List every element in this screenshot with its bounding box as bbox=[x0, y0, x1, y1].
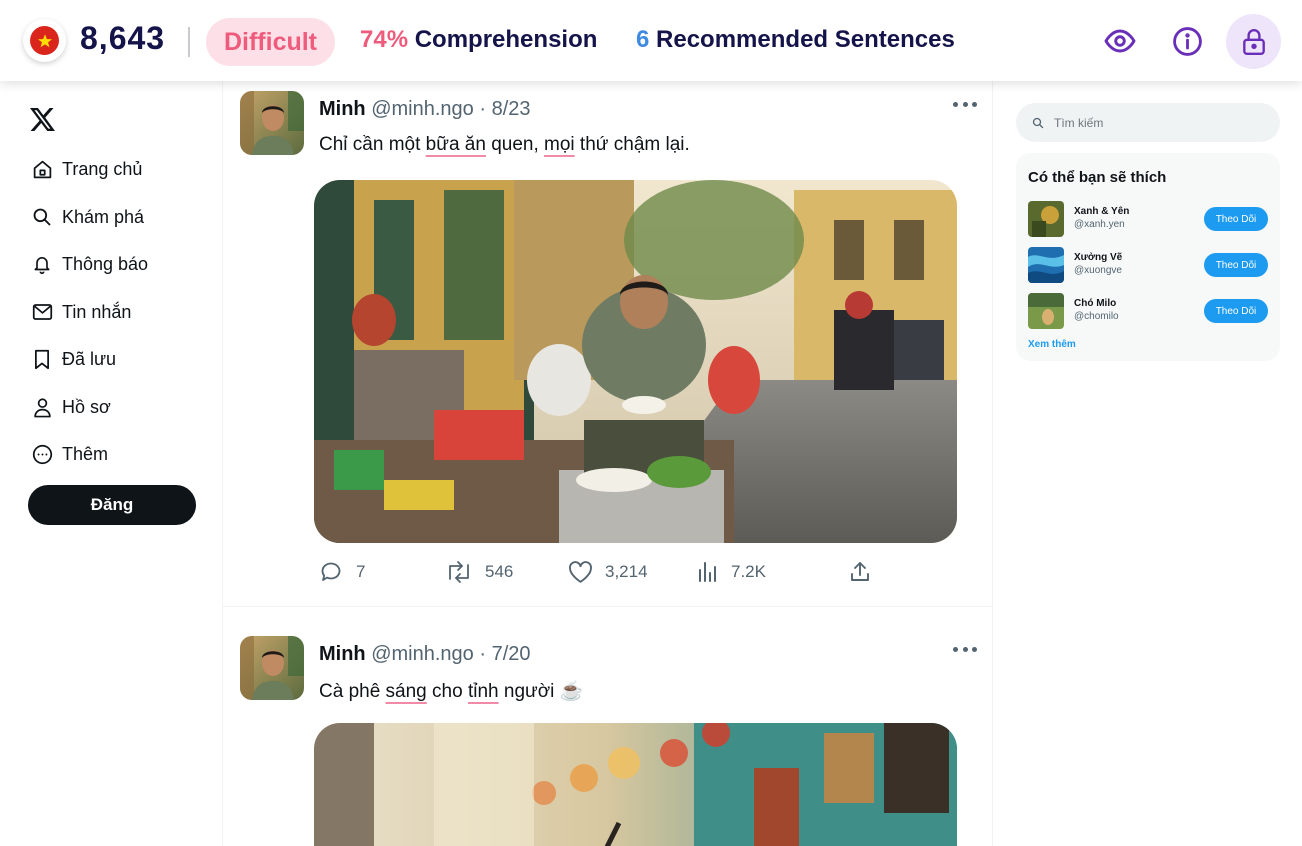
tweet-header: Minh @minh.ngo · 7/20 bbox=[319, 643, 531, 666]
suggestion-name[interactable]: Chó Milo bbox=[1074, 298, 1116, 309]
sidebar-item-profile[interactable]: Hồ sơ bbox=[31, 394, 111, 420]
mail-icon bbox=[31, 301, 53, 323]
sidebar-item-home[interactable]: Trang chủ bbox=[31, 156, 142, 182]
more-circle-icon bbox=[31, 443, 53, 465]
like-button[interactable]: 3,214 bbox=[568, 557, 648, 587]
comprehension-label: Comprehension bbox=[414, 26, 598, 53]
more-options-icon[interactable] bbox=[953, 99, 977, 109]
top-bar: 8,643 Difficult 74% Comprehension 6 Reco… bbox=[0, 0, 1302, 81]
tweet-handle[interactable]: @minh.ngo bbox=[371, 98, 474, 120]
sidebar-item-label: Tin nhắn bbox=[62, 301, 132, 322]
tweet-author-name[interactable]: Minh bbox=[319, 643, 366, 665]
search-icon bbox=[31, 206, 53, 228]
sidebar-item-label: Khám phá bbox=[62, 206, 145, 227]
vietnam-flag-icon[interactable] bbox=[23, 19, 66, 62]
info-icon[interactable] bbox=[1170, 24, 1204, 58]
follow-button[interactable]: Theo Dõi bbox=[1204, 207, 1268, 231]
sidebar-item-bookmarks[interactable]: Đã lưu bbox=[31, 346, 116, 372]
search-icon bbox=[1032, 117, 1044, 128]
avatar[interactable] bbox=[240, 636, 304, 700]
comprehension-percent: 74% bbox=[360, 26, 409, 53]
more-options-icon[interactable] bbox=[953, 644, 977, 654]
sidebar-item-label: Thêm bbox=[62, 443, 109, 464]
post-button[interactable]: Đăng bbox=[28, 485, 196, 525]
reply-button[interactable]: 7 bbox=[319, 557, 365, 587]
retweet-count: 546 bbox=[485, 562, 514, 581]
search-bar[interactable] bbox=[1016, 103, 1280, 142]
score-value: 8,643 bbox=[80, 20, 166, 56]
eye-icon[interactable] bbox=[1103, 24, 1137, 58]
sidebar-item-label: Trang chủ bbox=[62, 158, 143, 179]
suggestions-title: Có thể bạn sẽ thích bbox=[1028, 169, 1167, 186]
suggestions-panel: Có thể bạn sẽ thích Xanh & Yên @xanh.yen… bbox=[1016, 153, 1280, 361]
tweet-date[interactable]: 8/23 bbox=[492, 98, 531, 120]
bell-icon bbox=[31, 253, 53, 275]
tweet-separator: · bbox=[479, 98, 487, 120]
heart-icon bbox=[569, 560, 592, 583]
tweet-handle[interactable]: @minh.ngo bbox=[371, 643, 474, 665]
tweet-separator: · bbox=[479, 643, 487, 665]
tweet-actions: 7 546 3,214 7.2K bbox=[319, 557, 879, 587]
suggestion-handle: @chomilo bbox=[1074, 311, 1119, 322]
suggestion-handle: @xuongve bbox=[1074, 265, 1122, 276]
suggestion-thumbnail[interactable] bbox=[1028, 293, 1064, 329]
views-icon bbox=[699, 562, 716, 582]
suggestion-name[interactable]: Xưởng Vẽ bbox=[1074, 252, 1122, 263]
sidebar-item-label: Đã lưu bbox=[62, 348, 117, 369]
difficulty-badge[interactable]: Difficult bbox=[206, 18, 335, 66]
divider bbox=[188, 27, 190, 57]
person-icon bbox=[31, 396, 53, 418]
sidebar-item-label: Hồ sơ bbox=[62, 396, 111, 417]
sidebar-item-explore[interactable]: Khám phá bbox=[31, 204, 144, 230]
retweet-icon bbox=[449, 561, 469, 583]
follow-button[interactable]: Theo Dõi bbox=[1204, 299, 1268, 323]
follow-button[interactable]: Theo Dõi bbox=[1204, 253, 1268, 277]
feed: Minh @minh.ngo · 8/23 Chỉ cần một bữa ăn… bbox=[222, 81, 993, 846]
tweet-author-name[interactable]: Minh bbox=[319, 98, 366, 120]
sidebar-item-more[interactable]: Thêm bbox=[31, 441, 108, 467]
highlighted-word[interactable]: mọi bbox=[544, 134, 575, 155]
views-count: 7.2K bbox=[731, 562, 766, 581]
highlighted-word[interactable]: tỉnh bbox=[468, 681, 499, 702]
see-more-link[interactable]: Xem thêm bbox=[1028, 339, 1076, 350]
recommended-label: Recommended Sentences bbox=[656, 26, 955, 53]
suggestion-row[interactable]: Chó Milo @chomilo Theo Dõi bbox=[1028, 293, 1270, 329]
reply-icon bbox=[321, 562, 341, 581]
sidebar-item-notifications[interactable]: Thông báo bbox=[31, 251, 148, 277]
divider bbox=[223, 606, 992, 607]
tweet-header: Minh @minh.ngo · 8/23 bbox=[319, 98, 531, 121]
sidebar-item-label: Thông báo bbox=[62, 253, 149, 274]
suggestion-row[interactable]: Xưởng Vẽ @xuongve Theo Dõi bbox=[1028, 247, 1270, 283]
share-button[interactable] bbox=[848, 557, 872, 587]
lock-icon[interactable] bbox=[1226, 14, 1281, 69]
suggestion-handle: @xanh.yen bbox=[1074, 219, 1125, 230]
tweet-text: Cà phê sáng cho tỉnh người ☕ bbox=[319, 681, 584, 702]
retweet-button[interactable]: 546 bbox=[445, 557, 513, 587]
home-icon bbox=[31, 158, 53, 180]
highlighted-word[interactable]: sáng bbox=[386, 681, 427, 702]
reply-count: 7 bbox=[356, 562, 366, 581]
sidebar-item-messages[interactable]: Tin nhắn bbox=[31, 299, 131, 325]
suggestion-thumbnail[interactable] bbox=[1028, 201, 1064, 237]
suggestion-thumbnail[interactable] bbox=[1028, 247, 1064, 283]
recommended-count: 6 bbox=[636, 26, 650, 53]
tweet-text: Chỉ cần một bữa ăn quen, mọi thứ chậm lạ… bbox=[319, 134, 690, 155]
tweet-image[interactable] bbox=[314, 180, 957, 543]
views-button[interactable]: 7.2K bbox=[697, 557, 766, 587]
suggestion-row[interactable]: Xanh & Yên @xanh.yen Theo Dõi bbox=[1028, 201, 1270, 237]
search-input[interactable] bbox=[1054, 115, 1254, 130]
share-icon bbox=[851, 562, 869, 581]
highlighted-word[interactable]: bữa ăn bbox=[426, 134, 486, 155]
left-sidebar: Trang chủ Khám phá Thông báo Tin nhắn Đã… bbox=[0, 81, 222, 846]
avatar[interactable] bbox=[240, 91, 304, 155]
comprehension-stat: 74% Comprehension bbox=[360, 26, 597, 54]
tweet-date[interactable]: 7/20 bbox=[492, 643, 531, 665]
tweet-image[interactable] bbox=[314, 723, 957, 846]
suggestion-name[interactable]: Xanh & Yên bbox=[1074, 206, 1129, 217]
like-count: 3,214 bbox=[605, 562, 648, 581]
recommended-sentences-stat[interactable]: 6 Recommended Sentences bbox=[636, 26, 955, 54]
x-logo-icon[interactable] bbox=[30, 108, 55, 136]
bookmark-icon bbox=[31, 348, 53, 370]
